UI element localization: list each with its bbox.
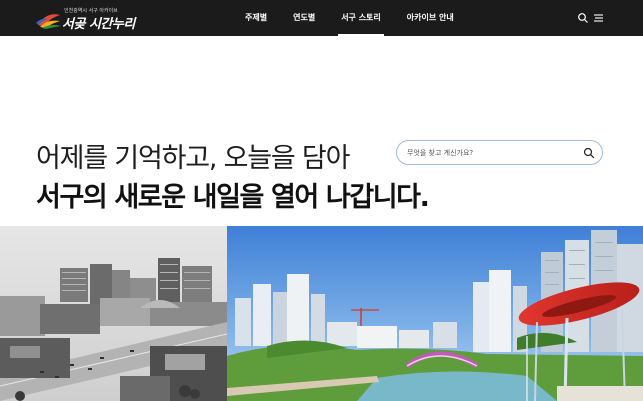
logo-mark-icon — [36, 14, 61, 29]
search-box[interactable] — [396, 140, 603, 165]
nav-item-archive-guide[interactable]: 아카이브 안내 — [394, 0, 467, 36]
search-submit-icon[interactable] — [583, 147, 595, 159]
modern-city-photo — [227, 226, 643, 401]
historic-city-photo — [0, 226, 227, 401]
hamburger-menu-icon[interactable] — [592, 12, 604, 24]
main-nav: 주제별 연도별 서구 스토리 아카이브 안내 — [232, 0, 467, 36]
logo-title: 서곶 시간누리 — [62, 17, 135, 32]
site-logo[interactable]: 인천광역시 서구 아카이브 서곶 시간누리 — [36, 7, 156, 32]
site-header: 인천광역시 서구 아카이브 서곶 시간누리 주제별 연도별 서구 스토리 아카이… — [0, 0, 643, 36]
nav-item-by-topic[interactable]: 주제별 — [232, 0, 280, 36]
hero-heading-line1: 어제를 기억하고, 오늘을 담아 — [36, 143, 350, 174]
search-icon[interactable] — [577, 12, 589, 24]
nav-item-seogu-story[interactable]: 서구 스토리 — [328, 0, 394, 36]
search-input[interactable] — [407, 144, 577, 162]
nav-item-by-year[interactable]: 연도별 — [280, 0, 328, 36]
hero-heading-line2: 서구의 새로운 내일을 열어 나갑니다. — [36, 182, 430, 213]
